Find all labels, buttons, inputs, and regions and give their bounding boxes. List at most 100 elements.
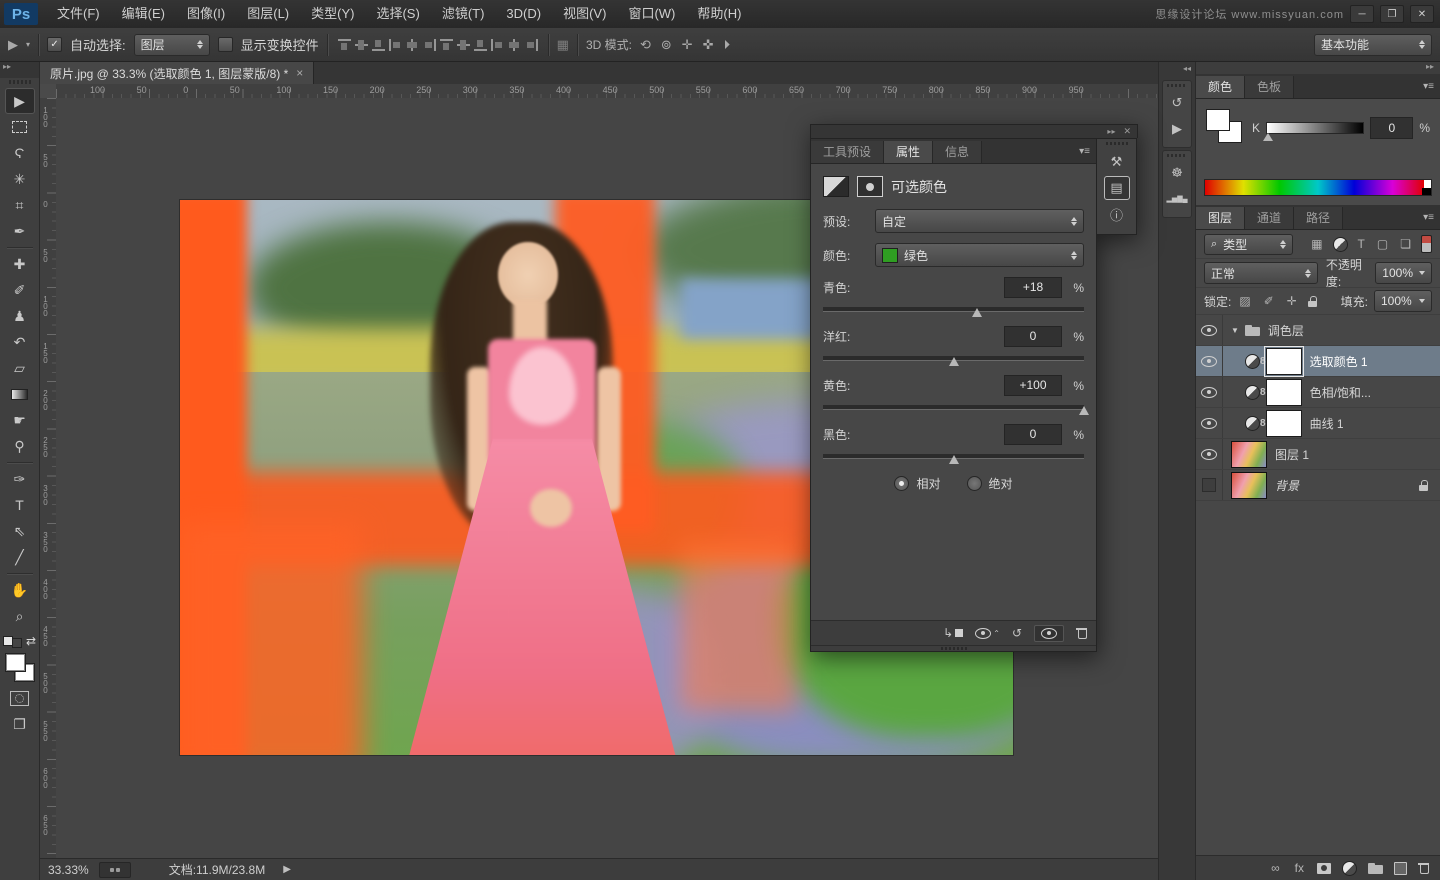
auto-align-layers-icon[interactable]: ▦ xyxy=(557,35,569,55)
distribute-right-edges-icon[interactable] xyxy=(525,39,538,51)
visibility-cell[interactable] xyxy=(1196,439,1223,469)
add-layer-mask-icon[interactable] xyxy=(1317,863,1331,874)
align-right-edges-icon[interactable] xyxy=(423,39,436,51)
eye-icon[interactable] xyxy=(1201,356,1217,367)
menu-item-2[interactable]: 图像(I) xyxy=(176,0,236,28)
k-slider-track[interactable] xyxy=(1266,122,1364,134)
brush-tool[interactable]: ✐ xyxy=(5,277,35,303)
quick-mask-button[interactable] xyxy=(5,685,35,711)
menu-item-1[interactable]: 编辑(E) xyxy=(111,0,176,28)
3d-rotate-icon[interactable]: ⟲ xyxy=(640,35,651,55)
distribute-left-edges-icon[interactable] xyxy=(491,39,504,51)
delete-layer-icon[interactable] xyxy=(1418,862,1430,874)
histogram-panel-icon[interactable]: ▂▅▇▄ xyxy=(1164,187,1190,211)
new-adjustment-layer-icon[interactable] xyxy=(1342,861,1357,876)
swap-colors-icon[interactable]: ⇄ xyxy=(26,634,36,648)
layer-mask-thumbnail[interactable] xyxy=(1266,410,1302,437)
auto-select-target-dropdown[interactable]: 图层 xyxy=(134,34,210,56)
new-group-icon[interactable] xyxy=(1368,863,1383,874)
menu-item-5[interactable]: 选择(S) xyxy=(365,0,430,28)
opacity-dropdown[interactable]: 100% xyxy=(1375,262,1432,284)
layer-thumbnail[interactable] xyxy=(1231,472,1267,499)
eye-icon[interactable] xyxy=(1201,449,1217,460)
restore-button[interactable]: ❐ xyxy=(1380,5,1404,23)
slider-value-field[interactable]: +18 xyxy=(1004,277,1062,298)
hand-tool[interactable]: ✋ xyxy=(5,577,35,603)
3d-roll-icon[interactable]: ⊚ xyxy=(661,35,672,55)
reset-icon[interactable]: ↺ xyxy=(1012,626,1022,640)
properties-tab-属性[interactable]: 属性 xyxy=(884,141,933,163)
gradient-tool[interactable] xyxy=(5,381,35,407)
document-tab[interactable]: 原片.jpg @ 33.3% (选取颜色 1, 图层蒙版/8) * × xyxy=(40,62,314,84)
toolbar-collapse-icon[interactable]: ▸▸ xyxy=(0,62,39,78)
layers-tab-图层[interactable]: 图层 xyxy=(1196,207,1245,229)
slider-thumb[interactable] xyxy=(1079,406,1089,415)
status-options-button[interactable] xyxy=(99,862,131,878)
lock-image-pixels-icon[interactable]: ✐ xyxy=(1264,294,1274,308)
k-slider-thumb[interactable] xyxy=(1263,133,1273,141)
lock-all-icon[interactable] xyxy=(1308,296,1317,307)
minimize-button[interactable]: ─ xyxy=(1350,5,1374,23)
align-bottom-edges-icon[interactable] xyxy=(372,39,385,51)
distribute-vertical-centers-icon[interactable] xyxy=(457,39,470,51)
path-selection-tool[interactable]: ⇖ xyxy=(5,518,35,544)
panel-menu-icon[interactable]: ▾≡ xyxy=(1073,146,1096,157)
menu-item-6[interactable]: 滤镜(T) xyxy=(431,0,496,28)
zoom-level[interactable]: 33.33% xyxy=(48,863,89,877)
actions-panel-icon[interactable]: ▶ xyxy=(1164,117,1190,141)
visibility-checkbox[interactable] xyxy=(1202,478,1216,492)
foreground-color-swatch[interactable] xyxy=(6,654,25,671)
current-tool-icon[interactable]: ▶ xyxy=(8,35,18,55)
lock-position-icon[interactable]: ✛ xyxy=(1287,294,1297,308)
right-dock-collapse-icon[interactable]: ▸▸ xyxy=(1196,62,1440,74)
menu-item-3[interactable]: 图层(L) xyxy=(236,0,300,28)
history-brush-tool[interactable]: ↶ xyxy=(5,329,35,355)
menu-item-0[interactable]: 文件(F) xyxy=(46,0,111,28)
navigator-wheel-panel-icon[interactable]: ☸ xyxy=(1164,161,1190,185)
absolute-radio[interactable]: 绝对 xyxy=(967,475,1013,492)
menu-item-4[interactable]: 类型(Y) xyxy=(300,0,365,28)
delete-adjustment-icon[interactable] xyxy=(1076,627,1088,639)
absolute-radio-dot[interactable] xyxy=(967,476,982,491)
layer-thumbnail[interactable] xyxy=(1231,441,1267,468)
layers-tab-路径[interactable]: 路径 xyxy=(1294,207,1343,229)
slider-track[interactable] xyxy=(823,454,1084,459)
zoom-tool[interactable]: ⌕ xyxy=(5,603,35,629)
filter-pixel-layers-icon[interactable]: ▦ xyxy=(1311,237,1322,251)
new-group-icon[interactable] xyxy=(1368,863,1383,874)
visibility-cell[interactable] xyxy=(1196,346,1223,376)
3d-camera-icon[interactable]: ⏵ xyxy=(724,35,731,55)
slider-thumb[interactable] xyxy=(949,357,959,366)
eraser-tool[interactable]: ▱ xyxy=(5,355,35,381)
layer-mask-thumbnail[interactable] xyxy=(1266,348,1302,375)
layer-row[interactable]: 8色相/饱和... xyxy=(1196,377,1440,408)
panel-close-icon[interactable]: ✕ xyxy=(1123,126,1131,137)
distribute-horizontal-centers-icon[interactable] xyxy=(508,39,521,51)
eye-icon[interactable] xyxy=(1201,325,1217,336)
new-adjustment-layer-icon[interactable] xyxy=(1342,861,1357,876)
view-previous-state-icon[interactable]: ⌃ xyxy=(975,628,1000,639)
layer-row[interactable]: 背景 xyxy=(1196,470,1440,501)
menu-item-10[interactable]: 帮助(H) xyxy=(686,0,752,28)
tool-presets-panel-icon[interactable]: ⚒ xyxy=(1104,150,1130,174)
menu-item-7[interactable]: 3D(D) xyxy=(495,0,552,28)
type-tool[interactable]: T xyxy=(5,492,35,518)
color-menu-icon[interactable]: ▾≡ xyxy=(1417,81,1440,92)
visibility-cell[interactable] xyxy=(1196,377,1223,407)
spot-healing-brush-tool[interactable]: ✚ xyxy=(5,251,35,277)
visibility-cell[interactable] xyxy=(1196,470,1223,500)
visibility-cell[interactable] xyxy=(1196,315,1223,345)
crop-tool[interactable]: ⌗ xyxy=(5,192,35,218)
properties-panel-icon[interactable]: ▤ xyxy=(1104,176,1130,200)
workspace-dropdown[interactable]: 基本功能 xyxy=(1314,34,1432,56)
layer-mask-thumbnail[interactable] xyxy=(1266,379,1302,406)
panel-collapse-icon[interactable]: ▸▸ xyxy=(1107,127,1115,136)
layer-filter-dropdown[interactable]: ⌕ 类型 xyxy=(1204,234,1293,255)
k-value-field[interactable]: 0 xyxy=(1370,117,1413,139)
layers-menu-icon[interactable]: ▾≡ xyxy=(1417,212,1440,223)
layer-style-icon[interactable]: fx xyxy=(1295,861,1304,875)
filter-shape-layers-icon[interactable]: ▢ xyxy=(1377,237,1388,251)
tool-preset-arrow-icon[interactable]: ▾ xyxy=(26,35,30,55)
dodge-tool[interactable]: ⚲ xyxy=(5,433,35,459)
layer-row[interactable]: 8曲线 1 xyxy=(1196,408,1440,439)
